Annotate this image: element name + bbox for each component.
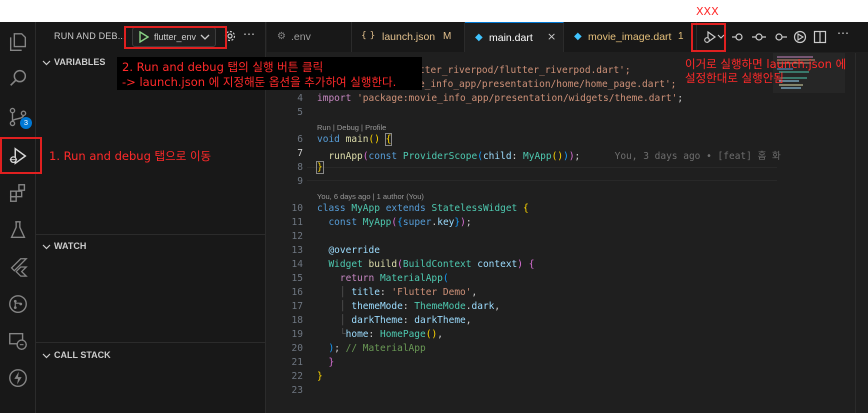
line-number: 6: [297, 134, 303, 145]
testing-icon[interactable]: [0, 212, 36, 248]
chevron-down-icon: [42, 353, 51, 359]
call-stack-section[interactable]: CALL STACK: [36, 345, 266, 367]
tab-label: main.dart: [489, 32, 533, 44]
minimap[interactable]: [773, 53, 845, 413]
dart-icon: ◆: [475, 32, 483, 43]
activity-bar: 3: [0, 22, 36, 413]
line-number: 4: [297, 93, 303, 104]
top-margin: [0, 0, 868, 22]
split-editor-icon[interactable]: [813, 30, 827, 44]
code-line: @override: [328, 245, 380, 256]
chevron-down-icon: [42, 244, 51, 250]
more-actions-icon[interactable]: ⋯: [243, 27, 255, 41]
go-back-icon[interactable]: [731, 30, 745, 44]
go-forward-icon[interactable]: [773, 30, 787, 44]
line-number: 8: [297, 162, 303, 173]
line-number: 11: [291, 217, 303, 228]
code-line: }: [316, 161, 324, 174]
code-line: │ themeMode: ThemeMode.dark,: [339, 301, 501, 312]
line-number: 5: [297, 107, 303, 118]
code-line: tter_riverpod/flutter_riverpod.dart';: [419, 65, 631, 76]
source-control-badge: 3: [20, 117, 32, 129]
line-number: 10: [291, 203, 303, 214]
code-line: e_info_app/presentation/home/home_page.d…: [419, 79, 677, 90]
annotation-box-run-editor-button: [691, 23, 726, 52]
remote-explorer-icon[interactable]: [0, 323, 36, 359]
line-number: 9: [297, 176, 303, 187]
code-line: void main() {: [317, 133, 393, 146]
extensions-icon[interactable]: [0, 175, 36, 211]
line-number: 18: [291, 315, 303, 326]
tab-label: launch.json: [382, 31, 436, 43]
line-number: 16: [291, 287, 303, 298]
annotation-step1: 1. Run and debug 탭으로 이동: [49, 149, 212, 163]
code-line: }: [328, 357, 335, 368]
annotation-xxx: XXX: [696, 5, 719, 18]
code-line: │ title: 'Flutter Demo',: [339, 287, 478, 298]
annotation-step2-line1: 2. Run and debug 탭의 실행 버튼 클릭: [122, 60, 324, 74]
code-line: Widget build(BuildContext context) {: [328, 259, 535, 270]
annotation-step2-line2: -> launch.json 에 지정해둔 옵션을 추가하여 실행한다.: [122, 75, 397, 89]
code-line: class MyApp extends StatelessWidget {: [317, 203, 529, 214]
section-label: VARIABLES: [54, 57, 106, 67]
code-lens-author[interactable]: You, 6 days ago | 1 author (You): [317, 192, 424, 201]
code-line: │ darkTheme: darkTheme,: [339, 315, 472, 326]
line-number: 22: [291, 371, 303, 382]
line-number: 17: [291, 301, 303, 312]
open-devtools-icon[interactable]: [793, 30, 807, 44]
explorer-icon[interactable]: [0, 24, 36, 60]
tab-main-dart[interactable]: ◆ main.dart ×: [465, 22, 564, 52]
current-line-highlight: [307, 167, 777, 181]
code-line: const MyApp({super.key});: [328, 217, 472, 228]
modified-badge: M: [443, 31, 452, 42]
timeline-icon[interactable]: [752, 30, 766, 44]
code-lens-run-debug[interactable]: Run | Debug | Profile: [317, 123, 386, 132]
json-icon: { }: [361, 31, 376, 41]
search-icon[interactable]: [0, 60, 36, 96]
flutter-icon[interactable]: [0, 249, 36, 285]
code-line: ); // MaterialApp: [328, 343, 426, 354]
line-number: 12: [291, 231, 303, 242]
line-number: 7: [297, 148, 303, 159]
tab-env[interactable]: ⚙ .env: [267, 22, 352, 52]
code-line: runApp(const ProviderScope(child: MyApp(…: [328, 151, 781, 162]
thunder-client-icon[interactable]: [0, 360, 36, 396]
line-number: 21: [291, 357, 303, 368]
close-icon[interactable]: ×: [547, 30, 556, 43]
tab-movie-image-dart[interactable]: ◆ movie_image.dart 1: [564, 22, 697, 52]
code-editor[interactable]: 2 3 4 5 6 7 8 9 10 11 12 13 14 15 16 17 …: [267, 53, 868, 413]
line-number: 14: [291, 259, 303, 270]
annotation-box-run-debug-tab: [0, 137, 42, 174]
tab-launch-json[interactable]: { } launch.json M: [352, 22, 465, 52]
code-line: └home: HomePage(),: [339, 329, 443, 340]
watch-section[interactable]: WATCH: [36, 236, 266, 258]
tab-label: .env: [291, 31, 311, 43]
divider: [36, 234, 266, 235]
problem-count-badge: 1: [678, 31, 684, 42]
sidebar-title: RUN AND DEB...: [54, 31, 126, 41]
source-control-icon[interactable]: [0, 99, 36, 135]
gear-icon: ⚙: [277, 31, 286, 42]
annotation-box-run-button: [124, 26, 227, 49]
tab-label: movie_image.dart: [588, 31, 672, 43]
code-line: }: [317, 371, 323, 382]
line-number: 23: [291, 385, 303, 396]
code-line: return MaterialApp(: [339, 273, 449, 284]
github-icon[interactable]: [0, 286, 36, 322]
line-number: 20: [291, 343, 303, 354]
dart-icon: ◆: [574, 31, 582, 42]
section-label: WATCH: [54, 241, 87, 251]
vertical-scrollbar[interactable]: [855, 53, 868, 413]
annotation-step2-box: 2. Run and debug 탭의 실행 버튼 클릭 -> launch.j…: [117, 57, 422, 90]
section-label: CALL STACK: [54, 350, 111, 360]
line-number: 15: [291, 273, 303, 284]
line-number: 13: [291, 245, 303, 256]
more-actions-icon[interactable]: ⋯: [837, 26, 849, 40]
chevron-down-icon: [42, 60, 51, 66]
line-number: 19: [291, 329, 303, 340]
divider: [36, 342, 266, 343]
code-line: import 'package:movie_info_app/presentat…: [317, 93, 684, 104]
annotation-right-line2: 설정한대로 실행안됨: [685, 71, 784, 85]
